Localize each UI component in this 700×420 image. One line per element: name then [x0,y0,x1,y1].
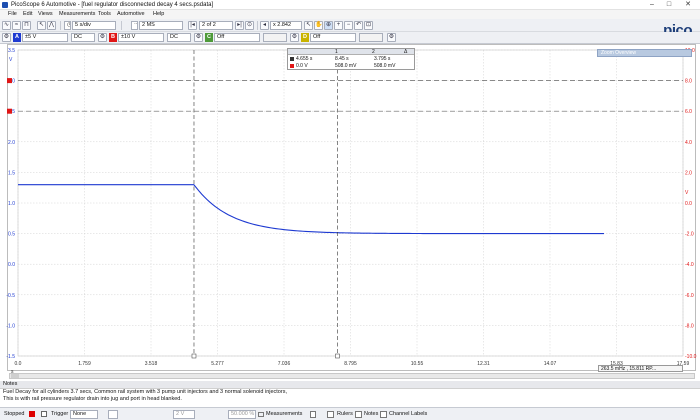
title-bar: PicoScope 6 Automotive - [fuel regulator… [0,0,700,10]
channel-c-coupling[interactable] [263,33,287,42]
frequency-readout: 263.5 mHz , 15.811 RP... [598,365,683,372]
trigger-level-field[interactable]: 2 V [173,410,195,419]
zoom-area-icon[interactable]: ⊕ [324,21,333,30]
pointer-icon[interactable]: ↖ [37,21,46,30]
samples-select[interactable]: 2 MS [139,21,183,30]
zoom-out-full-icon[interactable]: ◂ [260,21,269,30]
notes-line-2: This is with rail pressure regulator dra… [3,395,182,402]
channel-a-range[interactable]: ±5 V [22,33,68,42]
channel-d-badge[interactable]: D [301,33,309,42]
buffer-history-icon[interactable]: ⊙ [245,21,254,30]
waveform-icon[interactable]: ⋀ [47,21,56,30]
toolbar-top: ∿ ≈ ⊓ ↖ ⋀ ◷ 5 s/div ⋯ 2 MS |◂ 2 of 2 ▸| … [0,19,700,32]
horizontal-scrollbar[interactable] [9,373,695,379]
ruler-header-1: 1 [335,49,338,55]
measurements-icon[interactable] [258,412,264,417]
menu-edit[interactable]: Edit [23,10,32,19]
zoom-overview-button[interactable]: Zoom Overview [597,49,692,57]
spectrum-mode-icon[interactable]: ⊓ [22,21,31,30]
channel-options-icon[interactable]: ⚙ [387,33,396,42]
buffer-next-icon[interactable]: ▸| [235,21,244,30]
trigger-position-field[interactable]: 50.000 % [228,410,256,419]
ruler-header-2: 2 [372,49,375,55]
probe-b-icon[interactable]: ⚙ [98,33,107,42]
zoom-out-icon[interactable]: − [344,21,353,30]
trigger-channel-select[interactable] [108,410,118,419]
ruler-legend[interactable]: 1 2 Δ 4.655 s 8.45 s 3.795 s 0.0 V 508.0… [287,48,415,70]
probe-a-icon[interactable]: ⚙ [2,33,11,42]
menu-tools[interactable]: Tools [98,10,111,19]
close-button[interactable]: ✕ [680,0,696,10]
channel-c-badge[interactable]: C [205,33,213,42]
channel-b-badge[interactable]: B [109,33,117,42]
channel-labels-icon[interactable] [380,411,387,418]
channel-a-coupling[interactable]: DC [71,33,95,42]
trigger-icon[interactable] [41,411,47,417]
zoom-in-icon[interactable]: + [334,21,343,30]
app-icon [2,2,8,8]
samples-icon: ⋯ [131,21,138,30]
probe-d-icon[interactable]: ⚙ [290,33,299,42]
menu-file[interactable]: File [8,10,17,19]
ruler-voltage-1: 0.0 V [296,63,308,69]
add-measurement-icon[interactable] [310,411,316,418]
toolbar-channels: ⚙ A ±5 V DC ⚙ B ±10 V DC ⚙ C Off ⚙ D Off… [0,32,700,44]
rulers-button[interactable]: Rulers [337,410,353,419]
ruler-voltage-2: 508.0 mV [335,63,357,69]
ruler-voltage-delta: 508.0 mV [374,63,396,69]
zoom-factor[interactable]: x 2.842 [270,21,302,30]
hand-tool-icon[interactable]: ✋ [314,21,323,30]
scope-mode-icon[interactable]: ∿ [2,21,11,30]
notes-panel[interactable]: Fuel Decay for all cylinders 3.7 secs, C… [0,388,700,406]
trigger-mode-select[interactable]: None [70,410,98,419]
menu-help[interactable]: Help [153,10,164,19]
acquisition-status: Stopped [4,411,25,417]
buffer-first-icon[interactable]: |◂ [188,21,197,30]
window-title: PicoScope 6 Automotive - [fuel regulator… [11,2,214,8]
channel-a-badge[interactable]: A [13,33,21,42]
timebase-select[interactable]: 5 s/div [72,21,116,30]
channel-d-coupling[interactable] [359,33,383,42]
undo-zoom-icon[interactable]: ↶ [354,21,363,30]
maximize-button[interactable]: □ [661,0,677,10]
minimize-button[interactable]: – [644,0,660,10]
zoom-fit-icon[interactable]: ⊡ [364,21,373,30]
menu-measurements[interactable]: Measurements [59,10,95,19]
notes-icon[interactable] [355,411,362,418]
select-tool-icon[interactable]: ↖ [304,21,313,30]
channel-b-coupling[interactable]: DC [167,33,191,42]
timebase-icon: ◷ [64,21,71,30]
trigger-label: Trigger [51,411,69,417]
menu-automotive[interactable]: Automotive [117,10,145,19]
notes-button[interactable]: Notes [364,410,378,419]
channel-b-range[interactable]: ±10 V [118,33,164,42]
ruler-header-delta: Δ [404,49,408,55]
probe-c-icon[interactable]: ⚙ [194,33,203,42]
menu-views[interactable]: Views [38,10,53,19]
scope-view[interactable] [7,44,696,371]
ruler-time-1: 4.655 s [296,56,313,62]
persistence-mode-icon[interactable]: ≈ [12,21,21,30]
channel-d-range[interactable]: Off [310,33,356,42]
status-bar: Stopped Trigger None 2 V 50.000 % Measur… [0,407,700,420]
ruler-time-delta: 3.795 s [374,56,391,62]
channel-labels-button[interactable]: Channel Labels [389,410,427,419]
channel-c-range[interactable]: Off [214,33,260,42]
notes-header: Notes [0,381,700,388]
measurements-button[interactable]: Measurements [266,410,302,419]
buffer-navigator[interactable]: 2 of 2 [199,21,233,30]
rulers-icon[interactable] [327,411,334,418]
menu-bar: File Edit Views Measurements Tools Autom… [0,10,700,19]
zoom-overview-label: Zoom Overview [601,50,637,56]
stop-icon[interactable] [29,411,35,417]
ruler-time-2: 8.45 s [335,56,349,62]
